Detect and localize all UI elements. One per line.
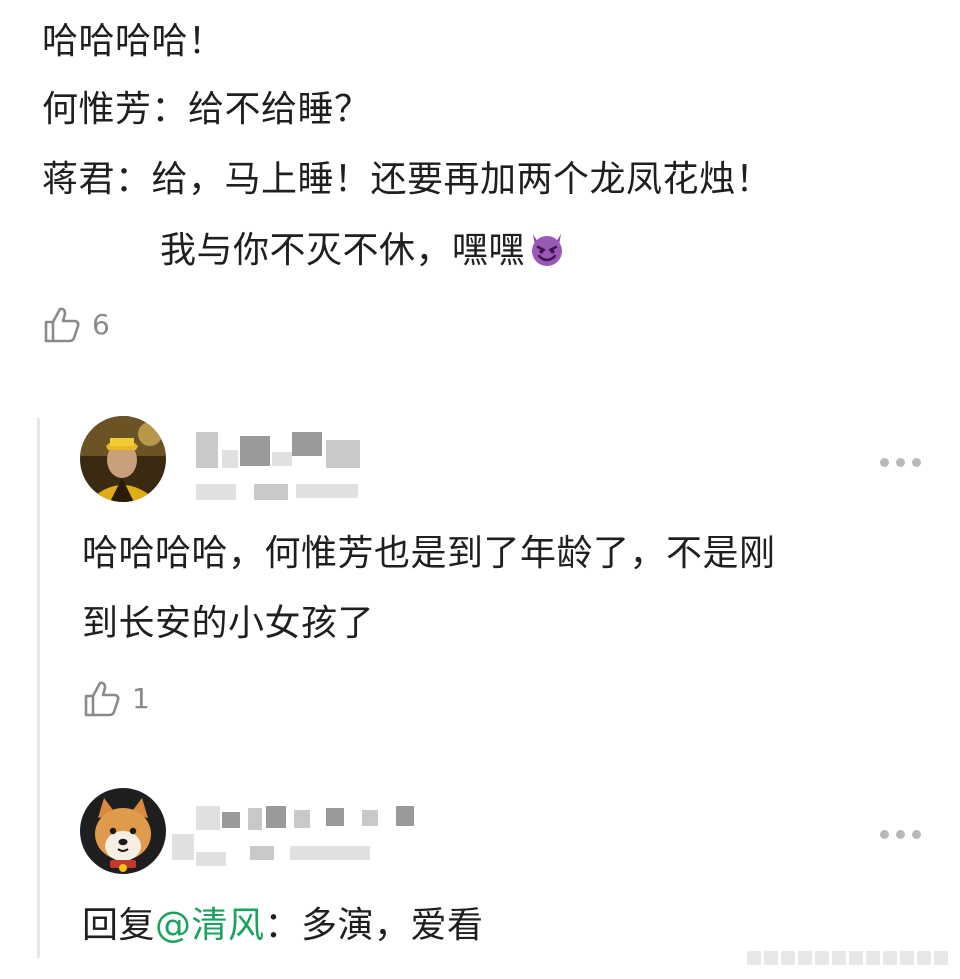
reply-prefix: 回复 bbox=[82, 905, 156, 946]
reply-thread-border bbox=[37, 418, 40, 958]
more-dot-icon bbox=[912, 458, 921, 467]
mention-link[interactable]: @清风 bbox=[155, 905, 265, 946]
thumbs-up-icon bbox=[44, 307, 80, 343]
reply-like-button[interactable]: 1 bbox=[82, 678, 150, 718]
comment-line-2: 何惟芳：给不给睡？ bbox=[42, 89, 371, 130]
comment-line-4: 我与你不灭不休，嘿嘿 bbox=[160, 228, 567, 279]
watermark bbox=[747, 951, 948, 965]
avatar[interactable] bbox=[80, 416, 166, 502]
reply-line-2: 到长安的小女孩了 bbox=[82, 603, 375, 644]
more-options-button[interactable] bbox=[880, 452, 921, 473]
like-count: 1 bbox=[132, 681, 150, 715]
more-options-button[interactable] bbox=[880, 824, 921, 845]
thumbs-up-icon bbox=[84, 681, 120, 717]
reply-line-1: 哈哈哈哈，何惟芳也是到了年龄了，不是刚 bbox=[82, 533, 776, 574]
reply-2-line: 回复@清风：多演，爱看 bbox=[82, 904, 484, 948]
like-button[interactable]: 6 bbox=[42, 304, 110, 344]
more-dot-icon bbox=[896, 458, 905, 467]
reply-text: ：多演，爱看 bbox=[264, 905, 484, 946]
avatar[interactable] bbox=[80, 788, 166, 874]
comment-line-4-text: 我与你不灭不休，嘿嘿 bbox=[160, 230, 526, 271]
smiling-devil-icon bbox=[527, 228, 567, 279]
shiba-dog-icon bbox=[80, 788, 166, 874]
more-dot-icon bbox=[880, 458, 889, 467]
comment-line-1: 哈哈哈哈！ bbox=[42, 21, 225, 62]
more-dot-icon bbox=[912, 830, 921, 839]
more-dot-icon bbox=[896, 830, 905, 839]
like-count: 6 bbox=[92, 307, 110, 341]
man-in-yellow-hat-icon bbox=[80, 416, 166, 502]
comment-line-3: 蒋君：给，马上睡！还要再加两个龙凤花烛！ bbox=[42, 159, 773, 200]
more-dot-icon bbox=[880, 830, 889, 839]
